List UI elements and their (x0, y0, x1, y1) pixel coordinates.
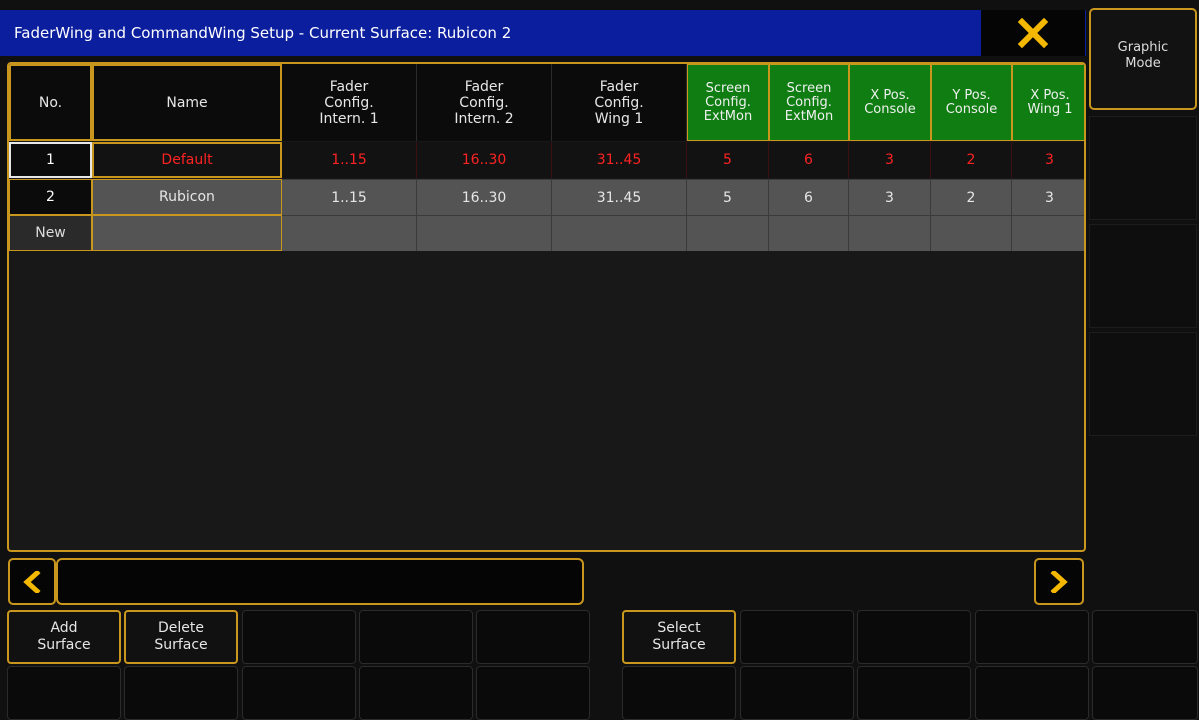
column-header[interactable]: Fader Config. Intern. 2 (417, 64, 552, 141)
table-cell[interactable] (769, 215, 849, 251)
empty-function-button[interactable] (1092, 666, 1198, 720)
table-cell[interactable]: 6 (769, 179, 849, 215)
empty-function-button[interactable] (975, 666, 1089, 720)
table-cell[interactable]: 5 (687, 142, 769, 178)
surface-table: No. Name Fader Config. Intern. 1 Fader Conf… (7, 62, 1086, 552)
column-header[interactable]: Y Pos. Console (931, 64, 1012, 141)
graphic-mode-label: Graphic Mode (1117, 40, 1169, 71)
row-name-cell[interactable]: Default (92, 142, 282, 178)
row-name-cell[interactable] (92, 215, 282, 251)
table-cell[interactable]: 3 (849, 179, 931, 215)
table-cell[interactable]: 1..15 (282, 179, 417, 215)
close-x-icon (1018, 18, 1048, 48)
table-cell[interactable] (552, 215, 687, 251)
delete-surface-button[interactable]: Delete Surface (124, 610, 238, 664)
table-cell[interactable]: 3 (849, 142, 931, 178)
column-header[interactable]: X Pos. Console (849, 64, 931, 141)
empty-function-button[interactable] (1092, 610, 1198, 664)
table-cell[interactable]: 1..15 (282, 142, 417, 178)
side-panel (1089, 332, 1197, 436)
table-cell[interactable]: 3 (1012, 142, 1084, 178)
table-cell[interactable]: 6 (769, 142, 849, 178)
table-cell[interactable] (687, 215, 769, 251)
empty-function-button[interactable] (857, 610, 971, 664)
table-cell[interactable] (931, 215, 1012, 251)
window-title: FaderWing and CommandWing Setup - Curren… (14, 24, 512, 42)
table-cell[interactable]: 5 (687, 179, 769, 215)
empty-function-button[interactable] (740, 610, 854, 664)
column-header[interactable]: Fader Config. Wing 1 (552, 64, 687, 141)
table-cell[interactable]: 2 (931, 179, 1012, 215)
empty-function-button[interactable] (242, 666, 356, 720)
table-cell[interactable] (849, 215, 931, 251)
empty-function-button[interactable] (242, 610, 356, 664)
empty-function-button[interactable] (476, 610, 590, 664)
empty-function-button[interactable] (7, 666, 121, 720)
empty-function-button[interactable] (975, 610, 1089, 664)
column-header[interactable]: No. (9, 64, 92, 141)
empty-function-button[interactable] (476, 666, 590, 720)
empty-function-button[interactable] (359, 610, 473, 664)
table-cell[interactable]: 16..30 (417, 142, 552, 178)
empty-function-button[interactable] (622, 666, 736, 720)
empty-function-button[interactable] (359, 666, 473, 720)
scroll-right-button[interactable] (1034, 558, 1084, 605)
chevron-left-icon (23, 570, 41, 593)
chevron-right-icon (1050, 570, 1068, 593)
empty-function-button[interactable] (740, 666, 854, 720)
row-number-cell[interactable]: 2 (9, 179, 92, 215)
empty-function-button[interactable] (857, 666, 971, 720)
column-header[interactable]: Screen Config. ExtMon (769, 64, 849, 141)
table-cell[interactable]: 16..30 (417, 179, 552, 215)
column-header[interactable]: X Pos. Wing 1 (1012, 64, 1084, 141)
table-cell[interactable]: 2 (931, 142, 1012, 178)
column-header[interactable]: Screen Config. ExtMon (687, 64, 769, 141)
row-number-cell[interactable]: New (9, 215, 92, 251)
table-cell[interactable] (1012, 215, 1084, 251)
select-surface-button[interactable]: Select Surface (622, 610, 736, 664)
row-name-cell[interactable]: Rubicon (92, 179, 282, 215)
column-header[interactable]: Fader Config. Intern. 1 (282, 64, 417, 141)
side-panel (1089, 224, 1197, 328)
horizontal-scrollbar-thumb[interactable] (56, 558, 584, 605)
row-number-cell[interactable]: 1 (9, 142, 92, 178)
graphic-mode-button[interactable]: Graphic Mode (1089, 8, 1197, 110)
table-cell[interactable]: 3 (1012, 179, 1084, 215)
close-button[interactable] (981, 10, 1085, 56)
add-surface-button[interactable]: Add Surface (7, 610, 121, 664)
table-cell[interactable]: 31..45 (552, 142, 687, 178)
empty-function-button[interactable] (124, 666, 238, 720)
table-cell[interactable]: 31..45 (552, 179, 687, 215)
table-cell[interactable] (282, 215, 417, 251)
side-panel (1089, 116, 1197, 220)
column-header[interactable]: Name (92, 64, 282, 141)
table-cell[interactable] (417, 215, 552, 251)
scroll-left-button[interactable] (8, 558, 56, 605)
